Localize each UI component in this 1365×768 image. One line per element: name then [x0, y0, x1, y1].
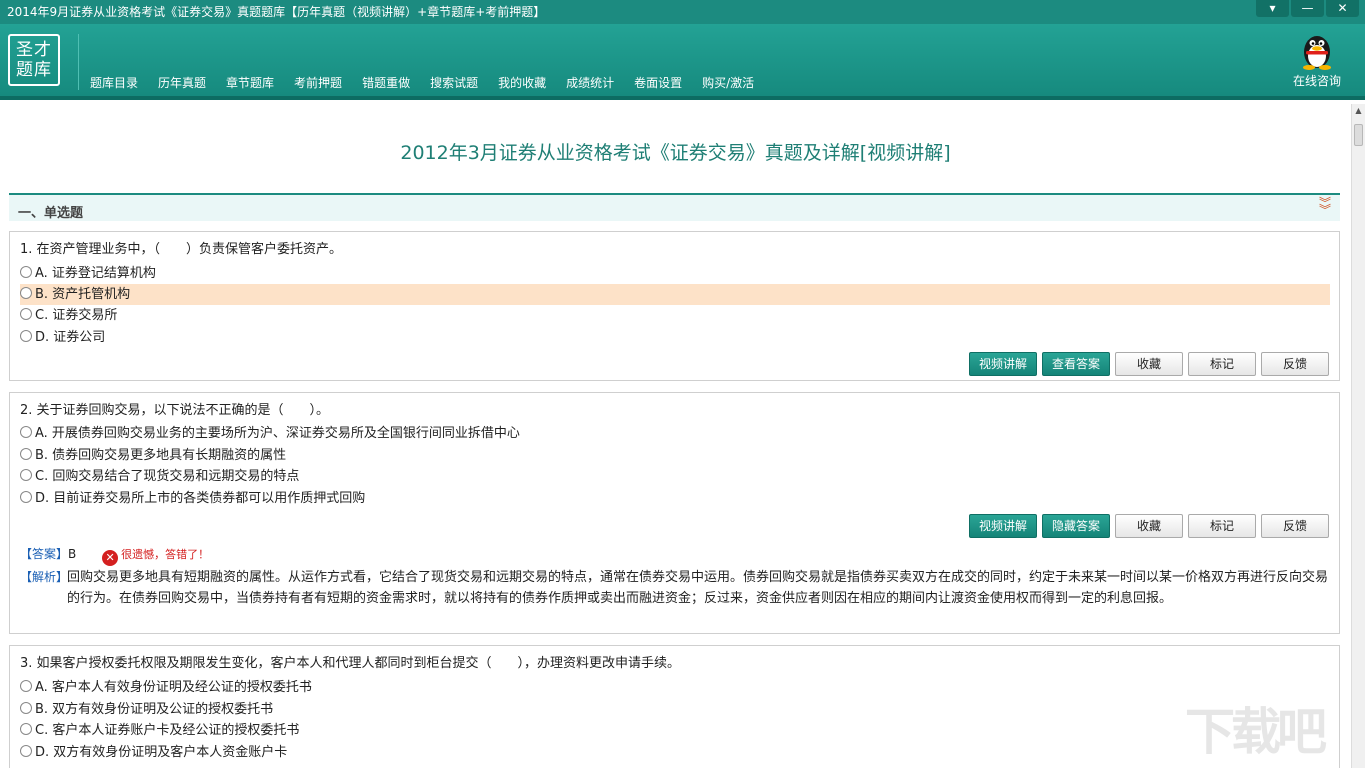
- radio-button[interactable]: [20, 680, 32, 692]
- answer-tag: 【答案】: [20, 547, 69, 561]
- minimize-button[interactable]: —: [1291, 0, 1324, 17]
- favorite-button[interactable]: 收藏: [1115, 352, 1183, 376]
- nav-buy-activate[interactable]: 购买/激活: [702, 74, 754, 91]
- question-card: 3. 如果客户授权委托权限及期限发生变化，客户本人和代理人都同时到柜台提交（ ）…: [9, 645, 1340, 768]
- option-label: A. 客户本人有效身份证明及经公证的授权委托书: [35, 680, 312, 695]
- question-actions: 视频讲解 查看答案 收藏 标记 反馈: [964, 352, 1329, 376]
- option-label: D. 证券公司: [35, 330, 106, 345]
- question-content-area: 2012年3月证券从业资格考试《证券交易》真题及详解[视频讲解] 一、单选题 ︾…: [0, 104, 1351, 768]
- analysis-tag: 【解析】: [20, 570, 69, 584]
- video-explain-button[interactable]: 视频讲解: [969, 352, 1037, 376]
- radio-button[interactable]: [20, 308, 32, 320]
- scrollbar-thumb[interactable]: [1354, 124, 1363, 146]
- question-text: 1. 在资产管理业务中，（ ）负责保管客户委托资产。: [20, 242, 343, 257]
- radio-button[interactable]: [20, 448, 32, 460]
- nav-chapter-bank[interactable]: 章节题库: [226, 74, 274, 91]
- nav-redo-mistakes[interactable]: 错题重做: [362, 74, 410, 91]
- online-consult-label: 在线咨询: [1292, 74, 1341, 88]
- option-label: B. 债券回购交易更多地具有长期融资的属性: [35, 448, 287, 463]
- radio-button[interactable]: [20, 266, 32, 278]
- radio-button[interactable]: [20, 469, 32, 481]
- option-a[interactable]: A. 证券登记结算机构: [20, 263, 1330, 284]
- menu-dropdown-button[interactable]: ▾: [1256, 0, 1289, 17]
- feedback-button[interactable]: 反馈: [1261, 352, 1329, 376]
- option-a[interactable]: A. 开展债券回购交易业务的主要场所为沪、深证券交易所及全国银行间同业拆借中心: [20, 423, 1330, 444]
- watermark-logo: 下载吧: [1185, 703, 1327, 761]
- hide-answer-button[interactable]: 隐藏答案: [1042, 514, 1110, 538]
- option-label: D. 双方有效身份证明及客户本人资金账户卡: [35, 745, 288, 760]
- option-label: A. 开展债券回购交易业务的主要场所为沪、深证券交易所及全国银行间同业拆借中心: [35, 426, 520, 441]
- section-label: 一、单选题: [18, 206, 84, 221]
- option-d[interactable]: D. 目前证券交易所上市的各类债券都可以用作质押式回购: [20, 488, 1330, 509]
- app-header: 圣才 题库 题库目录 历年真题 章节题库 考前押题 错题重做 搜索试题 我的收藏…: [0, 24, 1365, 100]
- radio-button[interactable]: [20, 745, 32, 757]
- option-c[interactable]: C. 客户本人证券账户卡及经公证的授权委托书: [20, 720, 1330, 741]
- qq-penguin-icon: [1303, 36, 1331, 70]
- question-text: 3. 如果客户授权委托权限及期限发生变化，客户本人和代理人都同时到柜台提交（ ）…: [20, 656, 681, 671]
- option-label: D. 目前证券交易所上市的各类债券都可以用作质押式回购: [35, 491, 366, 506]
- option-label: C. 客户本人证券账户卡及经公证的授权委托书: [35, 723, 300, 738]
- answer-value: B: [68, 547, 77, 561]
- app-logo: 圣才 题库: [8, 34, 60, 86]
- nav-past-exams[interactable]: 历年真题: [158, 74, 206, 91]
- result-text: 很遗憾，答错了！: [121, 548, 210, 561]
- nav-search-questions[interactable]: 搜索试题: [430, 74, 478, 91]
- window-title-bar: 2014年9月证券从业资格考试《证券交易》真题题库【历年真题（视频讲解）+章节题…: [0, 0, 1365, 24]
- radio-button[interactable]: [20, 702, 32, 714]
- option-d[interactable]: D. 证券公司: [20, 327, 1330, 348]
- question-card: 1. 在资产管理业务中，（ ）负责保管客户委托资产。 A. 证券登记结算机构 B…: [9, 231, 1340, 381]
- radio-button[interactable]: [20, 426, 32, 438]
- option-b[interactable]: B. 债券回购交易更多地具有长期融资的属性: [20, 445, 1330, 466]
- option-label: C. 证券交易所: [35, 308, 118, 323]
- section-header[interactable]: 一、单选题 ︾ ︾: [9, 193, 1340, 221]
- option-label: A. 证券登记结算机构: [35, 266, 156, 281]
- option-c[interactable]: C. 证券交易所: [20, 305, 1330, 326]
- mark-button[interactable]: 标记: [1188, 514, 1256, 538]
- logo-line-1: 圣才: [16, 40, 52, 60]
- view-answer-button[interactable]: 查看答案: [1042, 352, 1110, 376]
- logo-divider: [78, 34, 79, 90]
- radio-button[interactable]: [20, 330, 32, 342]
- radio-button[interactable]: [20, 287, 32, 299]
- question-text: 2. 关于证券回购交易，以下说法不正确的是（ ）。: [20, 403, 330, 418]
- question-card: 2. 关于证券回购交易，以下说法不正确的是（ ）。 A. 开展债券回购交易业务的…: [9, 392, 1340, 634]
- answer-line: 【答案】B ✕ 很遗憾，答错了！: [20, 545, 209, 566]
- window-title: 2014年9月证券从业资格考试《证券交易》真题题库【历年真题（视频讲解）+章节题…: [7, 5, 546, 19]
- mark-button[interactable]: 标记: [1188, 352, 1256, 376]
- option-b[interactable]: B. 双方有效身份证明及公证的授权委托书: [20, 699, 1330, 720]
- analysis-block: 【解析】 回购交易更多地具有短期融资的属性。从运作方式看，它结合了现货交易和远期…: [20, 567, 1330, 609]
- nav-paper-settings[interactable]: 卷面设置: [634, 74, 682, 91]
- option-b-selected[interactable]: B. 资产托管机构: [20, 284, 1330, 305]
- option-d[interactable]: D. 双方有效身份证明及客户本人资金账户卡: [20, 742, 1330, 763]
- paper-title: 2012年3月证券从业资格考试《证券交易》真题及详解[视频讲解]: [400, 142, 951, 164]
- feedback-button[interactable]: 反馈: [1261, 514, 1329, 538]
- radio-button[interactable]: [20, 723, 32, 735]
- option-c[interactable]: C. 回购交易结合了现货交易和远期交易的特点: [20, 466, 1330, 487]
- close-button[interactable]: ✕: [1326, 0, 1359, 17]
- option-label: B. 资产托管机构: [35, 287, 131, 302]
- nav-question-bank-catalog[interactable]: 题库目录: [90, 74, 138, 91]
- wrong-x-icon: ✕: [102, 550, 119, 566]
- nav-pre-exam-predictions[interactable]: 考前押题: [294, 74, 342, 91]
- online-consult-button[interactable]: 在线咨询: [1287, 30, 1347, 89]
- favorite-button[interactable]: 收藏: [1115, 514, 1183, 538]
- question-actions: 视频讲解 隐藏答案 收藏 标记 反馈: [964, 514, 1329, 538]
- vertical-scrollbar[interactable]: ▲: [1351, 104, 1365, 768]
- scroll-up-arrow-icon[interactable]: ▲: [1352, 104, 1365, 118]
- video-explain-button[interactable]: 视频讲解: [969, 514, 1037, 538]
- logo-line-2: 题库: [16, 60, 52, 80]
- nav-score-stats[interactable]: 成绩统计: [566, 74, 614, 91]
- option-a[interactable]: A. 客户本人有效身份证明及经公证的授权委托书: [20, 677, 1330, 698]
- main-nav: 题库目录 历年真题 章节题库 考前押题 错题重做 搜索试题 我的收藏 成绩统计 …: [90, 74, 774, 91]
- option-label: B. 双方有效身份证明及公证的授权委托书: [35, 702, 274, 717]
- option-label: C. 回购交易结合了现货交易和远期交易的特点: [35, 469, 300, 484]
- radio-button[interactable]: [20, 491, 32, 503]
- window-controls: ▾ — ✕: [1254, 0, 1359, 20]
- collapse-chevron-icon[interactable]: ︾ ︾: [1319, 197, 1331, 216]
- nav-my-favorites[interactable]: 我的收藏: [498, 74, 546, 91]
- analysis-text: 回购交易更多地具有短期融资的属性。从运作方式看，它结合了现货交易和远期交易的特点…: [67, 570, 1329, 606]
